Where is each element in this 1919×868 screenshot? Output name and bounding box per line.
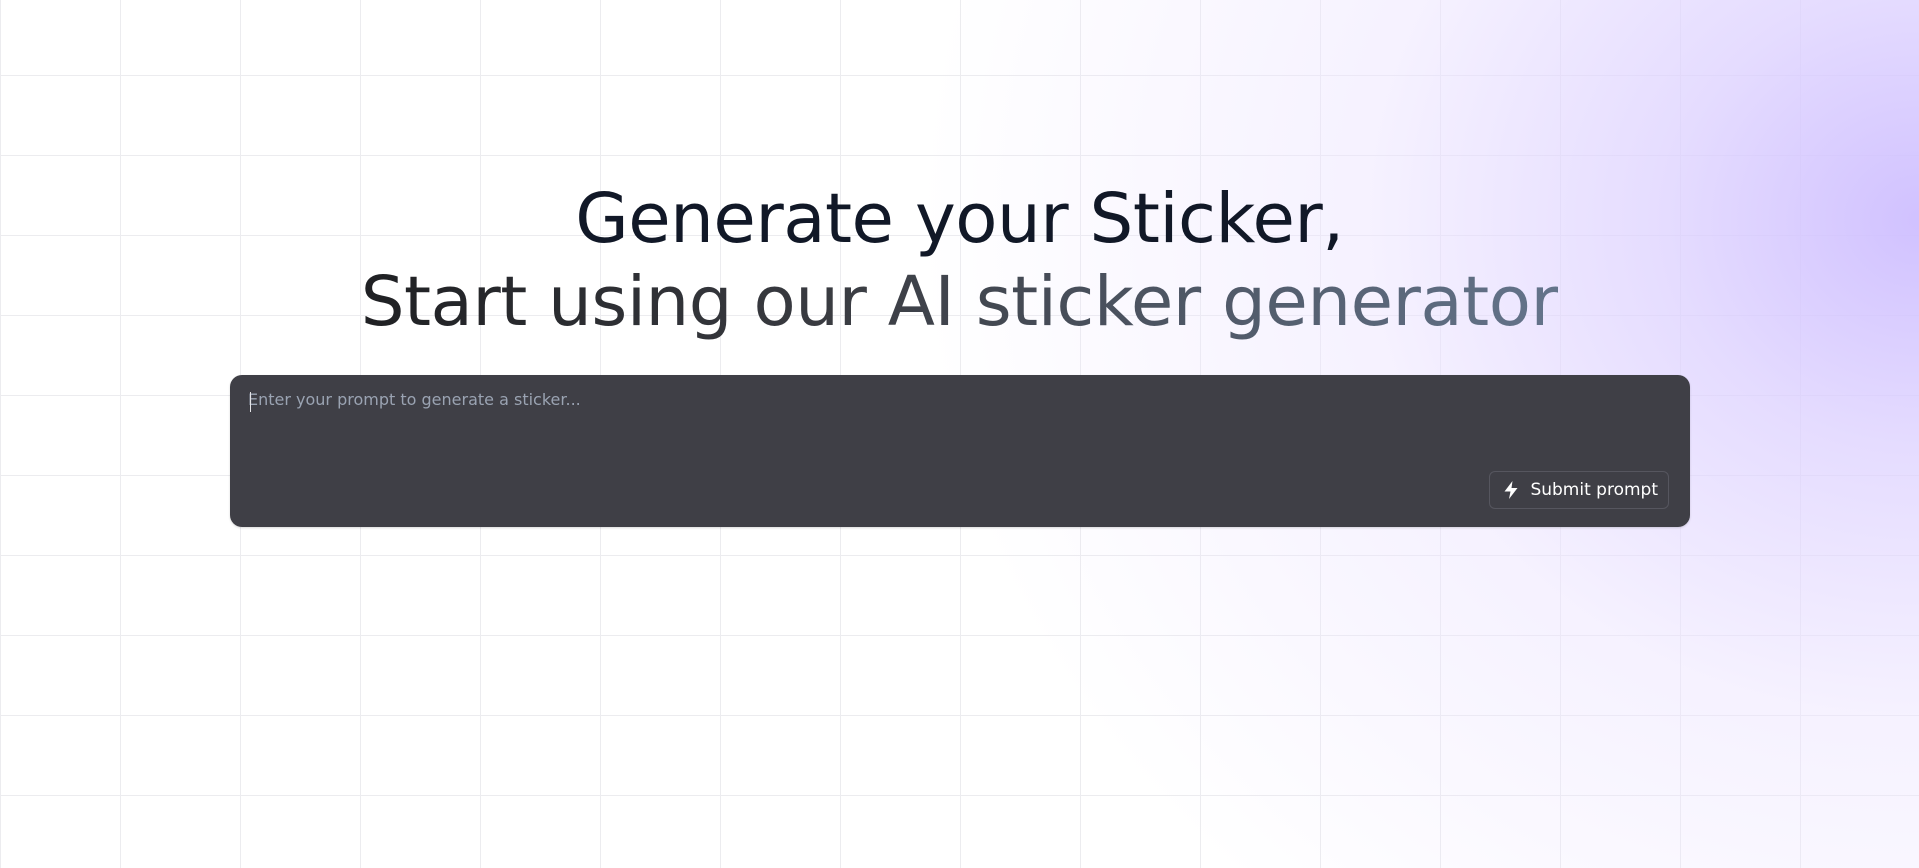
text-caret — [250, 392, 251, 412]
submit-prompt-button[interactable]: Submit prompt — [1489, 471, 1669, 509]
prompt-container: Submit prompt — [230, 375, 1690, 527]
hero-section: Generate your Sticker, Start using our A… — [0, 178, 1919, 344]
bolt-icon — [1500, 479, 1522, 501]
title-line-1: Generate your Sticker, — [575, 179, 1344, 259]
page-title: Generate your Sticker, Start using our A… — [0, 178, 1919, 344]
prompt-input[interactable] — [248, 389, 1648, 459]
title-line-2: Start using our AI sticker generator — [360, 262, 1559, 342]
submit-prompt-label: Submit prompt — [1530, 480, 1658, 500]
